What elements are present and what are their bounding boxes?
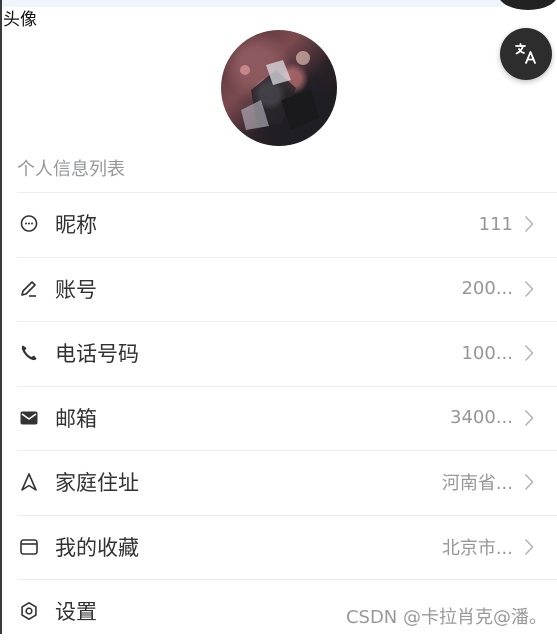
chevron-right-icon [521, 279, 537, 299]
cell-title: 我的收藏 [55, 535, 139, 560]
chevron-right-icon [521, 214, 537, 234]
folder-icon [17, 535, 41, 559]
cell-title: 电话号码 [55, 342, 139, 367]
cell-value: 3400... [450, 407, 513, 429]
translate-button[interactable] [500, 28, 552, 80]
watermark: CSDN @卡拉肖克@潘。 [345, 607, 547, 628]
cell-title: 家庭住址 [55, 471, 139, 496]
gear-icon [17, 599, 41, 623]
cell-nickname[interactable]: 昵称 111 [0, 192, 557, 257]
cell-value: 北京市... [441, 537, 513, 559]
cell-value: 111 [478, 213, 513, 235]
avatar[interactable] [221, 30, 337, 146]
section-title: 个人信息列表 [17, 159, 125, 180]
cell-phone[interactable]: 电话号码 100... [0, 321, 557, 386]
mail-icon [17, 406, 41, 430]
cell-value: 200... [461, 278, 513, 300]
avatar-label: 头像 [3, 10, 37, 30]
cell-account[interactable]: 账号 200... [0, 256, 557, 322]
location-arrow-icon [17, 470, 41, 494]
cell-title: 昵称 [55, 213, 97, 238]
translate-icon [515, 43, 536, 64]
info-list: 昵称 111 账号 200... 电话号码 100... 邮箱 3400... [0, 192, 557, 644]
cell-title: 邮箱 [55, 406, 97, 431]
avatar-artwork [240, 51, 319, 130]
cell-value: 河南省... [441, 473, 513, 495]
chevron-right-icon [521, 343, 537, 363]
chevron-right-icon [521, 408, 537, 428]
top-strip [2, 0, 502, 7]
phone-icon [17, 341, 41, 365]
chevron-right-icon [521, 472, 537, 492]
cell-title: 账号 [55, 277, 97, 302]
cell-address[interactable]: 家庭住址 河南省... [0, 450, 557, 515]
chevron-right-icon [521, 537, 537, 557]
chat-bubble-icon [17, 212, 41, 236]
edit-pen-icon [17, 277, 41, 301]
cell-email[interactable]: 邮箱 3400... [0, 385, 557, 451]
cell-favorites[interactable]: 我的收藏 北京市... [0, 514, 557, 580]
cell-value: 100... [461, 342, 513, 364]
floating-button-partial[interactable] [498, 0, 557, 10]
